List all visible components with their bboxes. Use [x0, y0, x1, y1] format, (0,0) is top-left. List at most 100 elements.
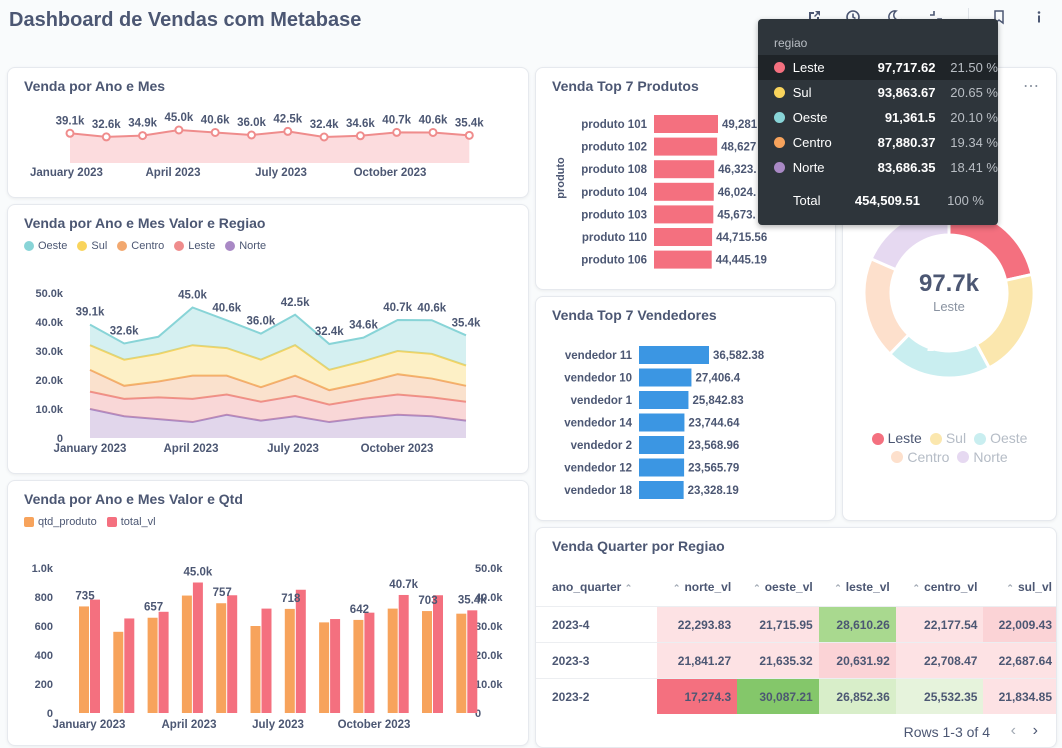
tooltip-dot — [774, 137, 785, 148]
prev-page-icon[interactable]: ‹ — [1011, 722, 1016, 740]
legend-item-oeste[interactable]: Oeste — [974, 430, 1027, 447]
bar-qtd — [387, 608, 398, 713]
row-header-cell[interactable]: 2023-4 — [536, 606, 658, 643]
table-cell[interactable]: 21,635.32 — [737, 642, 819, 679]
table-cell[interactable]: 30,087.21 — [737, 678, 819, 714]
y-right-tick-label: 20.0k — [475, 650, 503, 662]
bar-qtd — [422, 611, 432, 713]
qtd-label: 757 — [213, 587, 232, 599]
bar-qtd — [181, 595, 192, 713]
table-cell[interactable]: 22,293.83 — [657, 606, 738, 643]
total-label: 39.1k — [76, 307, 105, 319]
vl-label: 35.4k — [458, 594, 487, 606]
legend-label: Norte — [973, 448, 1008, 465]
category-label: vendedor 1 — [571, 395, 633, 407]
card-top-vendedores[interactable]: Venda Top 7 Vendedores vendedor 11 36,582… — [535, 296, 836, 521]
table-cell[interactable]: 21,715.95 — [737, 606, 819, 643]
horizontal-bar-chart[interactable]: vendedor 11 36,582.38 vendedor 10 27,406.4 v… — [536, 297, 835, 520]
bar-total — [433, 595, 443, 713]
tooltip-dot — [774, 112, 785, 123]
pivot-table[interactable]: ano_quarter ⌃ ⌃ norte_vl ⌃ oeste_vl ⌃ leste_vl… — [536, 568, 1056, 714]
tooltip-pct: 20.10 % — [950, 110, 998, 125]
qtd-label: 718 — [281, 593, 301, 605]
tooltip-row-oeste: Oeste 91,361.5 20.10 % — [758, 105, 998, 130]
tooltip-value: 93,863.67 — [877, 85, 936, 100]
tooltip-regiao: regiao Leste 97,717.62 21.50 % Sul 93,863.67… — [758, 19, 998, 225]
table-row[interactable]: 2023-3 21,841.27 21,635.32 20,631.92 22,708.… — [536, 642, 1056, 679]
table-cell[interactable]: 21,834.85 — [983, 678, 1056, 714]
table-cell[interactable]: 17,274.3 — [657, 678, 738, 714]
table-row[interactable]: 2023-2 17,274.3 30,087.21 26,852.36 25,532.3… — [536, 678, 1056, 714]
table-cell[interactable]: 26,852.36 — [818, 678, 896, 714]
sort-icon: ⌃ — [834, 583, 842, 593]
column-header-oeste_vl[interactable]: ⌃ oeste_vl — [737, 568, 819, 607]
tooltip-value: 87,880.37 — [877, 135, 936, 150]
table-cell[interactable]: 21,841.27 — [657, 642, 738, 679]
tooltip-name: Oeste — [792, 110, 828, 125]
card-venda-valor-qtd[interactable]: Venda por Ano e Mes Valor e Qtd qtd_prod… — [7, 480, 529, 746]
card-venda-ano-mes[interactable]: Venda por Ano e Mes 39.1k 32.6k 34.9k 45.0k… — [7, 67, 529, 198]
value-label: 44,715.56 — [716, 232, 767, 244]
category-label: vendedor 2 — [571, 440, 632, 452]
column-header-leste_vl[interactable]: ⌃ leste_vl — [819, 568, 896, 607]
bar-total — [90, 599, 100, 713]
dashboard-title: Dashboard de Vendas com Metabase — [9, 9, 362, 31]
legend-item-centro[interactable]: Centro — [891, 449, 949, 466]
column-header-norte_vl[interactable]: ⌃ norte_vl — [657, 568, 737, 607]
donut-center-value: 97.7k — [919, 270, 980, 297]
x-tick-label: January 2023 — [54, 443, 127, 455]
y-right-tick-label: 30.0k — [475, 621, 503, 633]
column-label: norte_vl — [684, 580, 732, 594]
tooltip-value: 91,361.5 — [884, 110, 936, 125]
y-axis-label: produto — [555, 157, 567, 199]
data-label: 32.6k — [92, 119, 121, 131]
legend-item-leste[interactable]: Leste — [871, 430, 922, 447]
column-label: leste_vl — [845, 580, 890, 594]
x-tick-label: October 2023 — [338, 719, 411, 731]
column-header-centro_vl[interactable]: ⌃ centro_vl — [896, 568, 984, 607]
column-header-sul_vl[interactable]: ⌃ sul_vl — [983, 568, 1056, 607]
bar-total — [398, 594, 409, 713]
area-chart[interactable]: 39.1k 32.6k 34.9k 45.0k 40.6k 36.0k 42.5k 32.4k… — [8, 68, 528, 197]
combo-bar-chart[interactable]: 1.0k800600400200050.0k40.0k30.0k20.0k10.… — [8, 481, 528, 745]
column-header-ano_quarter[interactable]: ano_quarter ⌃ — [536, 568, 657, 607]
bar — [639, 436, 685, 454]
table-cell[interactable]: 22,177.54 — [895, 606, 984, 643]
legend-item-sul[interactable]: Sul — [929, 430, 966, 447]
total-label: 40.6k — [212, 302, 241, 314]
category-label: produto 110 — [582, 232, 647, 244]
data-point — [428, 127, 438, 137]
donut-legend[interactable]: Leste Sul Oeste Centro Norte — [843, 430, 1056, 467]
info-icon[interactable] — [1029, 7, 1049, 27]
bar-total — [158, 611, 169, 713]
row-header-cell[interactable]: 2023-3 — [536, 642, 658, 679]
sort-icon: ⌃ — [1006, 583, 1014, 593]
qtd-label: 657 — [144, 602, 163, 614]
total-label: 45.0k — [178, 290, 207, 302]
legend-item-norte[interactable]: Norte — [957, 448, 1008, 466]
y-tick-label: 50.0k — [35, 288, 63, 300]
tooltip-pct: 20.65 % — [950, 85, 998, 100]
table-cell[interactable]: 25,532.35 — [895, 678, 984, 714]
table-cell[interactable]: 22,687.64 — [983, 642, 1056, 679]
data-point — [464, 130, 474, 140]
y-tick-label: 30.0k — [35, 346, 63, 358]
legend-dot — [957, 451, 970, 463]
category-label: vendedor 14 — [564, 418, 632, 430]
bar — [654, 137, 718, 156]
table-cell[interactable]: 28,610.26 — [818, 606, 896, 643]
next-page-icon[interactable]: › — [1033, 722, 1038, 740]
value-label: 46,323. — [718, 164, 756, 176]
table-cell[interactable]: 20,631.92 — [818, 642, 896, 679]
row-header-cell[interactable]: 2023-2 — [536, 678, 658, 714]
card-venda-valor-regiao[interactable]: Venda por Ano e Mes Valor e Regiao Oeste… — [7, 204, 529, 474]
x-tick-label: April 2023 — [162, 719, 217, 731]
card-quarter-regiao[interactable]: Venda Quarter por Regiao ano_quarter ⌃ ⌃ n… — [535, 527, 1057, 748]
tooltip-value: 97,717.62 — [877, 60, 936, 75]
value-label: 45,673. — [717, 209, 755, 221]
value-label: 23,744.64 — [688, 418, 740, 430]
table-row[interactable]: 2023-4 22,293.83 21,715.95 28,610.26 22,177.… — [536, 606, 1056, 643]
table-cell[interactable]: 22,009.43 — [983, 606, 1056, 643]
stacked-area-chart[interactable]: 50.0k40.0k30.0k20.0k10.0k039.1k32.6k45.0… — [8, 205, 528, 473]
table-cell[interactable]: 22,708.47 — [895, 642, 984, 679]
